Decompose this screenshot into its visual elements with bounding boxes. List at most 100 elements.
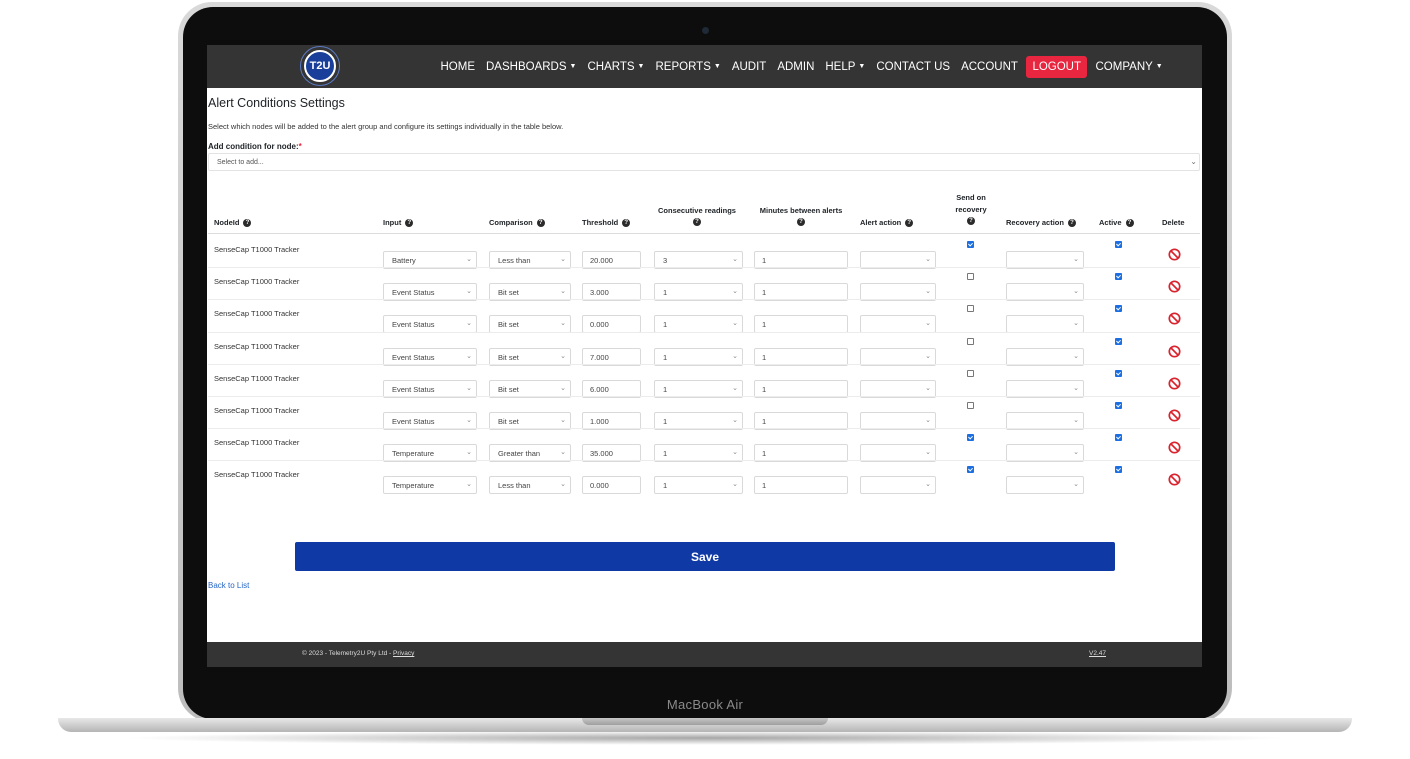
delete-icon[interactable] bbox=[1168, 473, 1181, 486]
delete-icon[interactable] bbox=[1168, 377, 1181, 390]
comparison-value: Greater than bbox=[498, 449, 541, 459]
chevron-down-icon: ⌄ bbox=[466, 449, 472, 457]
help-icon[interactable]: ? bbox=[243, 219, 252, 228]
header-alert-action-label: Alert action bbox=[860, 218, 902, 227]
chevron-down-icon: ⌄ bbox=[466, 256, 472, 263]
consecutive-readings-select[interactable]: 1 ⌄ bbox=[654, 476, 743, 495]
delete-icon[interactable] bbox=[1168, 280, 1181, 293]
consecutive-value: 1 bbox=[663, 449, 668, 459]
chevron-down-icon: ⌄ bbox=[560, 481, 566, 489]
input-value: Event Status bbox=[392, 384, 435, 394]
send-on-recovery-checkbox[interactable] bbox=[967, 402, 974, 409]
minutes-value: 1 bbox=[762, 288, 767, 298]
active-checkbox[interactable] bbox=[1115, 305, 1122, 313]
nav-item-label: COMPANY bbox=[1095, 60, 1153, 73]
minutes-between-alerts-input[interactable]: 1 bbox=[754, 476, 848, 495]
help-icon[interactable]: ? bbox=[797, 218, 805, 226]
alert-action-select[interactable]: ⌄ bbox=[860, 476, 936, 495]
save-button[interactable]: Save bbox=[295, 542, 1115, 571]
active-checkbox[interactable] bbox=[1115, 434, 1122, 442]
laptop-notch bbox=[582, 718, 828, 725]
nav-item-label: HELP bbox=[825, 60, 856, 73]
chevron-down-icon: ⌄ bbox=[732, 384, 738, 392]
active-checkbox[interactable] bbox=[1115, 402, 1122, 409]
node-name: SenseCap T1000 Tracker bbox=[214, 373, 300, 383]
nav-item-account[interactable]: ACCOUNT bbox=[956, 56, 1024, 78]
delete-icon[interactable] bbox=[1168, 441, 1181, 454]
header-input-label: Input bbox=[383, 218, 402, 227]
row-divider bbox=[208, 396, 1200, 397]
caret-down-icon: ▼ bbox=[569, 63, 577, 70]
nav-item-admin[interactable]: ADMIN bbox=[772, 56, 820, 78]
nav-item-label: HOME bbox=[440, 60, 476, 73]
help-icon[interactable]: ? bbox=[967, 217, 975, 225]
comparison-select[interactable]: Less than ⌄ bbox=[489, 476, 571, 495]
row-divider bbox=[208, 428, 1200, 430]
nav-item-audit[interactable]: AUDIT bbox=[726, 56, 772, 78]
active-checkbox[interactable] bbox=[1115, 369, 1122, 377]
add-condition-select[interactable]: Select to add... ⌄ bbox=[208, 153, 1200, 171]
caret-down-icon: ▼ bbox=[1155, 63, 1163, 70]
threshold-input[interactable]: 0.000 bbox=[582, 476, 641, 495]
caret-down-icon: ▼ bbox=[637, 63, 645, 70]
help-icon[interactable]: ? bbox=[405, 219, 414, 228]
version-link[interactable]: V2.47 bbox=[1089, 650, 1106, 657]
comparison-value: Bit set bbox=[498, 384, 519, 394]
minutes-value: 1 bbox=[762, 384, 767, 394]
send-on-recovery-checkbox[interactable] bbox=[967, 241, 974, 248]
brand-logo[interactable]: T2U bbox=[304, 50, 336, 82]
nav-item-reports[interactable]: REPORTS ▼ bbox=[650, 56, 726, 78]
send-on-recovery-checkbox[interactable] bbox=[967, 369, 974, 377]
threshold-value: 1.000 bbox=[590, 417, 609, 426]
chevron-down-icon: ⌄ bbox=[925, 352, 931, 360]
chevron-down-icon: ⌄ bbox=[560, 320, 566, 328]
delete-icon[interactable] bbox=[1168, 248, 1181, 261]
recovery-action-select[interactable]: ⌄ bbox=[1006, 476, 1084, 495]
help-icon[interactable]: ? bbox=[622, 219, 631, 228]
header-recovery-action-label: Recovery action bbox=[1006, 218, 1064, 227]
chevron-down-icon: ⌄ bbox=[560, 417, 566, 424]
nav-item-logout[interactable]: LOGOUT bbox=[1026, 55, 1087, 78]
nav-item-home[interactable]: HOME bbox=[435, 56, 481, 78]
back-to-list-link[interactable]: Back to List bbox=[208, 581, 249, 590]
active-checkbox[interactable] bbox=[1115, 241, 1122, 248]
header-consecutive: Consecutive readings? bbox=[647, 205, 747, 226]
input-value: Event Status bbox=[392, 417, 435, 426]
chevron-down-icon: ⌄ bbox=[925, 417, 931, 424]
header-send-recovery: Send on recovery? bbox=[945, 192, 997, 225]
send-on-recovery-checkbox[interactable] bbox=[967, 466, 974, 474]
comparison-value: Bit set bbox=[498, 320, 519, 330]
threshold-value: 0.000 bbox=[590, 481, 609, 491]
chevron-down-icon: ⌄ bbox=[466, 384, 472, 392]
delete-icon[interactable] bbox=[1168, 409, 1181, 422]
chevron-down-icon: ⌄ bbox=[560, 288, 566, 296]
nav-item-label: REPORTS bbox=[655, 60, 711, 73]
nav-item-contact-us[interactable]: CONTACT US bbox=[871, 56, 956, 78]
active-checkbox[interactable] bbox=[1115, 466, 1122, 474]
device-label: MacBook Air bbox=[666, 697, 744, 712]
send-on-recovery-checkbox[interactable] bbox=[967, 273, 974, 281]
send-on-recovery-checkbox[interactable] bbox=[967, 337, 974, 345]
send-on-recovery-checkbox[interactable] bbox=[967, 305, 974, 313]
help-icon[interactable]: ? bbox=[693, 218, 701, 226]
nav-item-charts[interactable]: CHARTS ▼ bbox=[582, 56, 650, 78]
add-condition-label-text: Add condition for node: bbox=[208, 142, 299, 151]
header-nodeid: NodeId? bbox=[214, 217, 252, 229]
send-on-recovery-checkbox[interactable] bbox=[967, 434, 974, 442]
consecutive-value: 1 bbox=[663, 481, 668, 491]
row-divider bbox=[208, 299, 1200, 301]
help-icon[interactable]: ? bbox=[1067, 219, 1076, 228]
active-checkbox[interactable] bbox=[1115, 337, 1122, 345]
delete-icon[interactable] bbox=[1168, 345, 1181, 358]
nav-item-help[interactable]: HELP ▼ bbox=[820, 56, 871, 78]
nav-item-company[interactable]: COMPANY ▼ bbox=[1090, 56, 1168, 78]
nav-item-dashboards[interactable]: DASHBOARDS ▼ bbox=[481, 56, 582, 78]
help-icon[interactable]: ? bbox=[905, 219, 914, 228]
delete-icon[interactable] bbox=[1168, 312, 1181, 325]
privacy-link[interactable]: Privacy bbox=[393, 650, 414, 657]
help-icon[interactable]: ? bbox=[536, 219, 545, 228]
active-checkbox[interactable] bbox=[1115, 273, 1122, 281]
header-minutes: Minutes between alerts? bbox=[751, 205, 851, 226]
help-icon[interactable]: ? bbox=[1125, 219, 1134, 228]
input-select[interactable]: Temperature ⌄ bbox=[383, 476, 477, 495]
